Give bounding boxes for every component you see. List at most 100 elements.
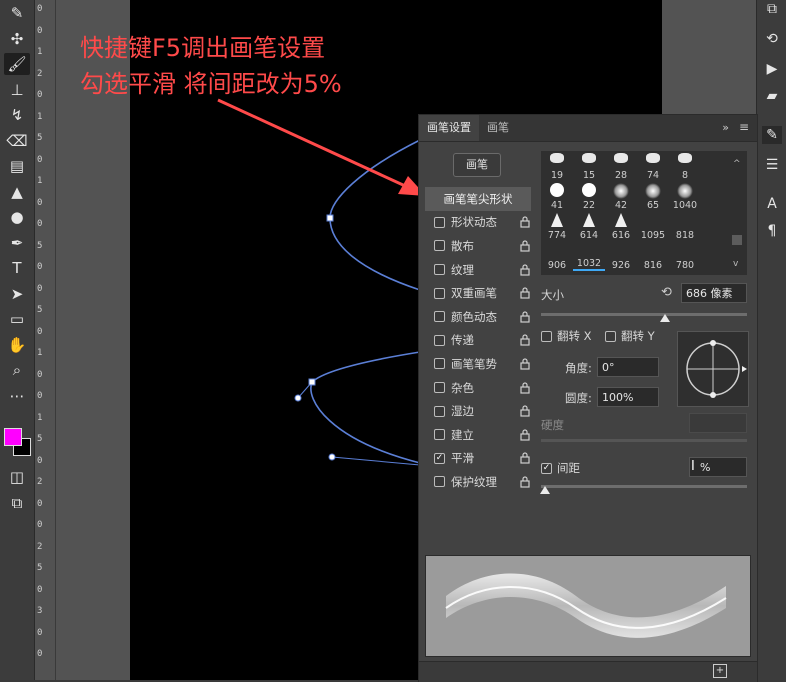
option-checkbox[interactable]	[434, 476, 445, 488]
anchor-point[interactable]	[308, 378, 316, 386]
roundness-input[interactable]: 100%	[597, 387, 659, 407]
option-checkbox[interactable]	[434, 216, 445, 228]
reset-size-icon[interactable]: ⟲	[661, 285, 672, 300]
play-icon[interactable]: ▶	[762, 60, 782, 78]
flip-x-checkbox[interactable]	[541, 331, 552, 342]
tab-brush[interactable]: 画笔	[479, 115, 517, 141]
brush-tip-cell[interactable]: 74	[637, 151, 669, 181]
option-checkbox[interactable]	[434, 405, 445, 417]
hand-tool[interactable]: ✋	[4, 334, 30, 356]
brush-option-row[interactable]: 传递	[425, 329, 531, 353]
brush-presets-button[interactable]: 画笔	[453, 153, 501, 177]
brush-option-row[interactable]: 散布	[425, 234, 531, 258]
brush-tip-cell[interactable]: 65	[637, 181, 669, 211]
size-slider[interactable]	[541, 313, 747, 316]
paragraph-icon[interactable]: ¶	[762, 222, 782, 240]
brush-option-row[interactable]: 保护纹理	[425, 470, 531, 494]
lock-icon[interactable]	[519, 216, 531, 228]
lock-icon[interactable]	[519, 381, 531, 394]
brush-option-row[interactable]: 画笔笔尖形状	[425, 187, 531, 211]
history-icon[interactable]: ⟲	[762, 30, 782, 48]
option-checkbox[interactable]	[434, 287, 445, 299]
anchor-point[interactable]	[326, 214, 334, 222]
adjust-icon[interactable]: ☰	[762, 156, 782, 174]
lock-icon[interactable]	[519, 358, 531, 370]
pen-tool[interactable]: ✒	[4, 232, 30, 254]
handle-point[interactable]	[328, 453, 336, 461]
stamp-tool[interactable]: ⊥	[4, 79, 30, 101]
lock-icon[interactable]	[519, 476, 531, 488]
shape-tool[interactable]: ▭	[4, 308, 30, 330]
path-selection-tool[interactable]: ➤	[4, 283, 30, 305]
brush-tip-cell[interactable]: 616	[605, 211, 637, 241]
brush-tip-cell[interactable]: 19	[541, 151, 573, 181]
option-checkbox[interactable]	[434, 382, 445, 394]
lock-icon[interactable]	[519, 334, 531, 346]
history-brush-tool[interactable]: ↯	[4, 104, 30, 126]
handle-point[interactable]	[294, 394, 302, 402]
brush-tip-cell[interactable]: 1032	[573, 241, 605, 271]
foreground-color-swatch[interactable]	[4, 428, 22, 446]
brush-tip-cell[interactable]: 1040	[669, 181, 701, 211]
brush-option-row[interactable]: 建立	[425, 423, 531, 447]
comment-icon[interactable]: ▰	[762, 87, 782, 105]
lock-icon[interactable]	[519, 240, 531, 252]
option-checkbox[interactable]	[434, 334, 445, 346]
lock-icon[interactable]	[519, 287, 531, 299]
brush-tip-cell[interactable]: 8	[669, 151, 701, 181]
lock-icon[interactable]	[519, 311, 531, 323]
gradient-tool[interactable]: ▤	[4, 155, 30, 177]
healing-tool[interactable]: ✣	[4, 28, 30, 50]
brush-option-row[interactable]: 画笔笔势	[425, 352, 531, 376]
lock-icon[interactable]	[519, 429, 531, 441]
brush-option-row[interactable]: ✓ 平滑	[425, 447, 531, 471]
size-slider-thumb[interactable]	[659, 314, 670, 322]
lock-icon[interactable]	[519, 263, 531, 276]
grid-scrollbar[interactable]: ^ v	[731, 155, 743, 271]
angle-input[interactable]: 0°	[597, 357, 659, 377]
spacing-checkbox[interactable]: ✓	[541, 463, 552, 474]
brush-tip-cell[interactable]: 818	[669, 211, 701, 241]
brush-tip-cell[interactable]: 1095	[637, 211, 669, 241]
spacing-slider[interactable]	[541, 485, 747, 488]
brush-option-row[interactable]: 纹理	[425, 258, 531, 282]
option-checkbox[interactable]	[434, 311, 445, 323]
size-input[interactable]: 686 像素	[681, 283, 747, 303]
brush-tip-cell[interactable]: 614	[573, 211, 605, 241]
brush-tip-cell[interactable]: 926	[605, 241, 637, 271]
brush-tip-cell[interactable]: 28	[605, 151, 637, 181]
option-checkbox[interactable]	[434, 240, 445, 252]
option-checkbox[interactable]: ✓	[434, 452, 445, 464]
zoom-tool[interactable]: ⌕	[4, 359, 30, 381]
type-tool[interactable]: T	[4, 257, 30, 279]
brush-tip-cell[interactable]: 22	[573, 181, 605, 211]
brush-tool[interactable]: 🖌	[4, 53, 30, 75]
option-checkbox[interactable]	[434, 429, 445, 441]
option-checkbox[interactable]	[434, 358, 445, 370]
brush-tip-cell[interactable]: 42	[605, 181, 637, 211]
spacing-input[interactable]: %	[689, 457, 747, 477]
eraser-tool[interactable]: ⌫	[4, 130, 30, 152]
lock-icon[interactable]	[519, 405, 531, 417]
artboard-icon[interactable]: ⧉	[762, 0, 782, 18]
brush-option-row[interactable]: 颜色动态	[425, 305, 531, 329]
angle-roundness-widget[interactable]	[677, 331, 749, 407]
screen-mode-icon[interactable]: ⧉	[4, 492, 30, 514]
brush-tip-cell[interactable]: 15	[573, 151, 605, 181]
quick-mask-icon[interactable]: ◫	[4, 466, 30, 488]
dodge-tool[interactable]: ●	[4, 206, 30, 228]
new-brush-icon[interactable]: +	[713, 664, 727, 678]
brush-option-row[interactable]: 湿边	[425, 399, 531, 423]
brush-tip-cell[interactable]: 774	[541, 211, 573, 241]
lock-icon[interactable]	[519, 452, 531, 464]
eyedropper-tool[interactable]: ✎	[4, 2, 30, 24]
tab-brush-settings[interactable]: 画笔设置	[419, 115, 479, 141]
brush-tip-cell[interactable]: 906	[541, 241, 573, 271]
flip-y-checkbox[interactable]	[605, 331, 616, 342]
brush-tip-cell[interactable]: 41	[541, 181, 573, 211]
brush-option-row[interactable]: 杂色	[425, 376, 531, 400]
brush-tip-cell[interactable]: 780	[669, 241, 701, 271]
brush-option-row[interactable]: 形状动态	[425, 211, 531, 235]
collapse-icon[interactable]: »	[722, 121, 729, 134]
character-icon[interactable]: A	[762, 195, 782, 213]
